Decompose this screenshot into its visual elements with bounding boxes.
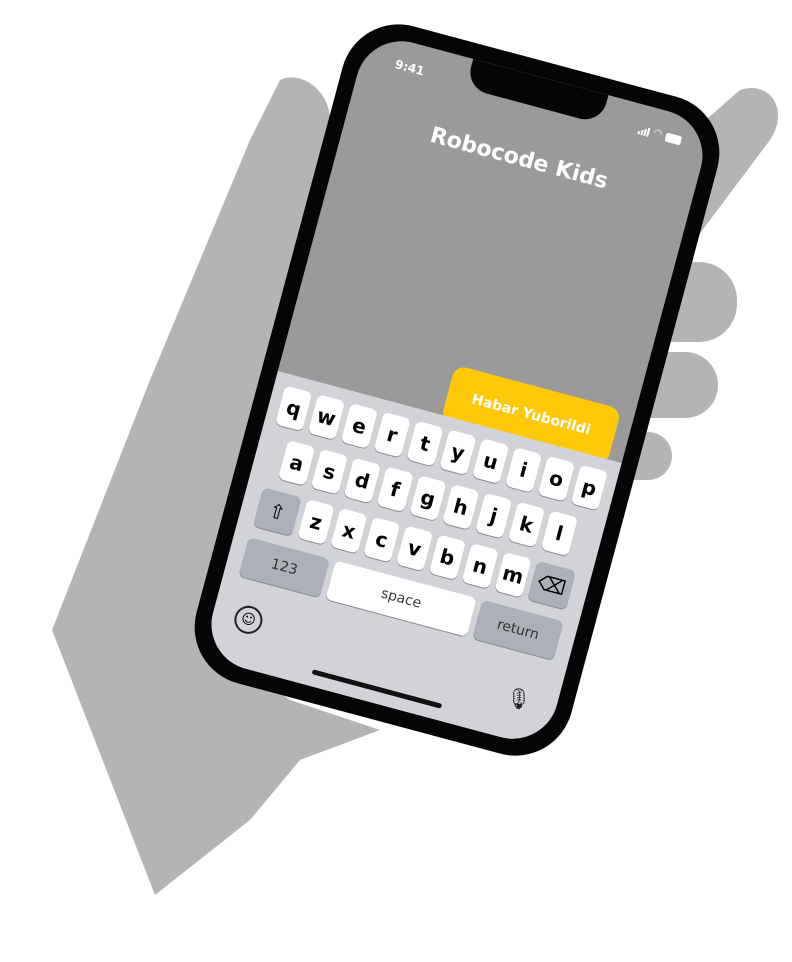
key-i[interactable]: i [504,447,543,493]
key-t[interactable]: t [406,420,444,467]
numbers-key[interactable]: 123 [238,537,330,598]
key-n[interactable]: n [461,543,499,589]
key-x[interactable]: x [330,507,368,554]
return-key[interactable]: return [472,599,564,661]
key-j[interactable]: j [474,492,513,539]
key-r[interactable]: r [373,411,411,458]
key-b[interactable]: b [428,534,467,581]
wifi-icon: ◠ [652,127,664,141]
app-title: Robocode Kids [427,122,611,195]
key-h[interactable]: h [442,484,480,530]
backspace-icon: ⌫ [534,569,569,601]
key-e[interactable]: e [340,403,379,449]
microphone-button[interactable]: 🎙 [503,684,534,714]
signal-icon [637,125,651,137]
microphone-icon: 🎙 [503,683,534,714]
backspace-key[interactable]: ⌫ [527,560,577,610]
key-q[interactable]: q [274,385,313,432]
key-d[interactable]: d [343,457,382,504]
key-z[interactable]: z [297,499,335,545]
key-s[interactable]: s [310,448,349,495]
shift-key[interactable]: ⇧ [252,487,302,537]
key-c[interactable]: c [363,516,401,563]
battery-icon [664,132,683,145]
key-m[interactable]: m [494,551,532,598]
emoji-button[interactable]: ☺ [231,602,266,637]
key-a[interactable]: a [277,440,316,486]
key-f[interactable]: f [376,466,414,513]
key-p[interactable]: p [570,464,608,511]
shift-icon: ⇧ [266,497,289,526]
key-y[interactable]: y [439,429,477,476]
key-l[interactable]: l [540,510,579,557]
key-v[interactable]: v [395,525,434,572]
key-u[interactable]: u [472,438,510,485]
key-k[interactable]: k [507,501,546,548]
home-indicator [311,669,443,709]
key-o[interactable]: o [537,455,576,502]
key-w[interactable]: w [307,394,346,441]
status-time: 9:41 [393,57,426,79]
status-icons: ◠ [637,124,683,145]
emoji-icon: ☺ [239,610,258,630]
key-g[interactable]: g [409,475,447,522]
